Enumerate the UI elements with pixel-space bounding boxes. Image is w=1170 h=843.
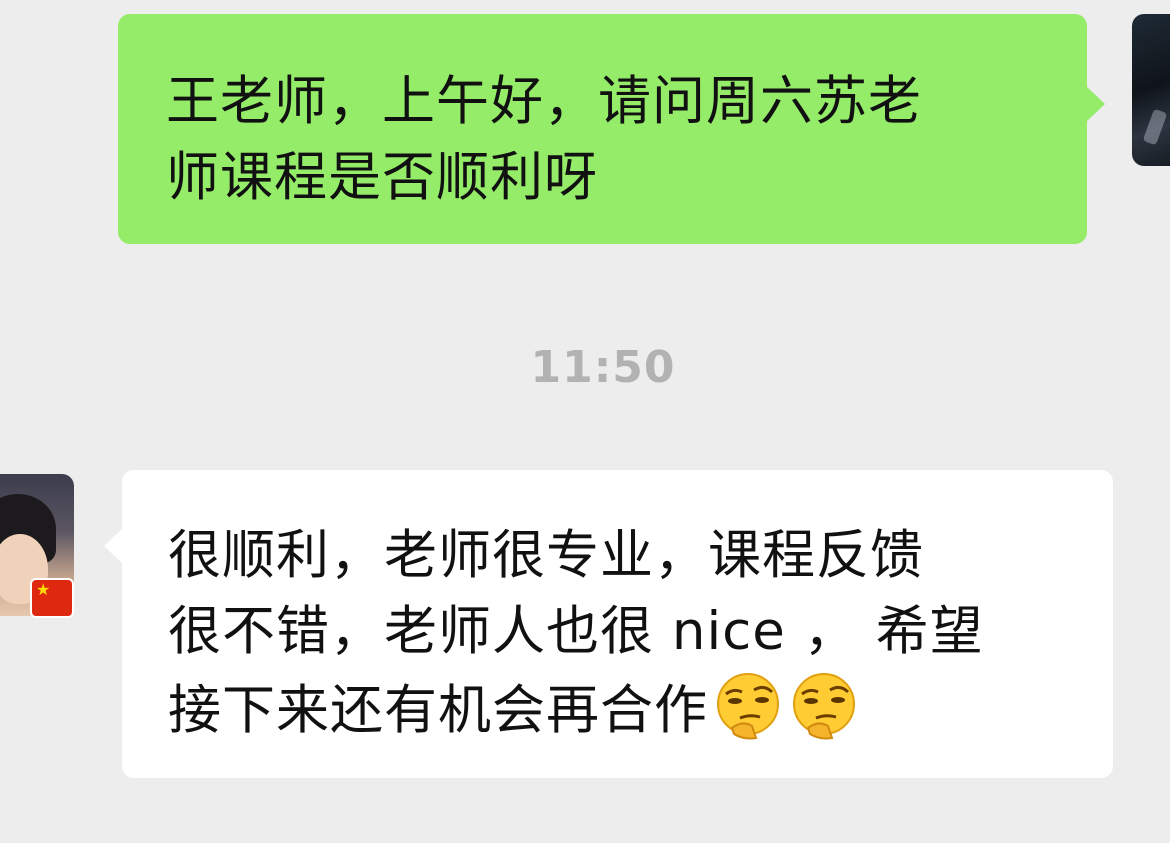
message-line: 很顺利，老师很专业，课程反馈 (168, 525, 924, 586)
message-line: 王老师，上午好，请问周六苏老 (166, 71, 922, 132)
chat-view: 王老师，上午好，请问周六苏老 师课程是否顺利呀 11:50 ★ 很顺利，老师很专… (0, 0, 1170, 843)
message-timestamp: 11:50 (530, 342, 676, 393)
self-avatar[interactable] (1132, 14, 1170, 166)
message-line: 师课程是否顺利呀 (166, 147, 598, 208)
received-message-bubble[interactable]: 很顺利，老师很专业，课程反馈 很不错，老师人也很 nice ， 希望 接下来还有… (104, 470, 1113, 778)
message-text: 接下来还有机会再合作 (168, 680, 708, 741)
china-flag-icon: ★ (30, 578, 74, 618)
sent-message-bubble[interactable]: 王老师，上午好，请问周六苏老 师课程是否顺利呀 (118, 14, 1105, 244)
message-line: 很不错，老师人也很 nice ， 希望 (168, 601, 984, 662)
thinking-smirk-emoji (712, 670, 784, 742)
thinking-smirk-emoji (788, 670, 860, 742)
message-line-with-emoji: 接下来还有机会再合作 (168, 670, 1113, 749)
